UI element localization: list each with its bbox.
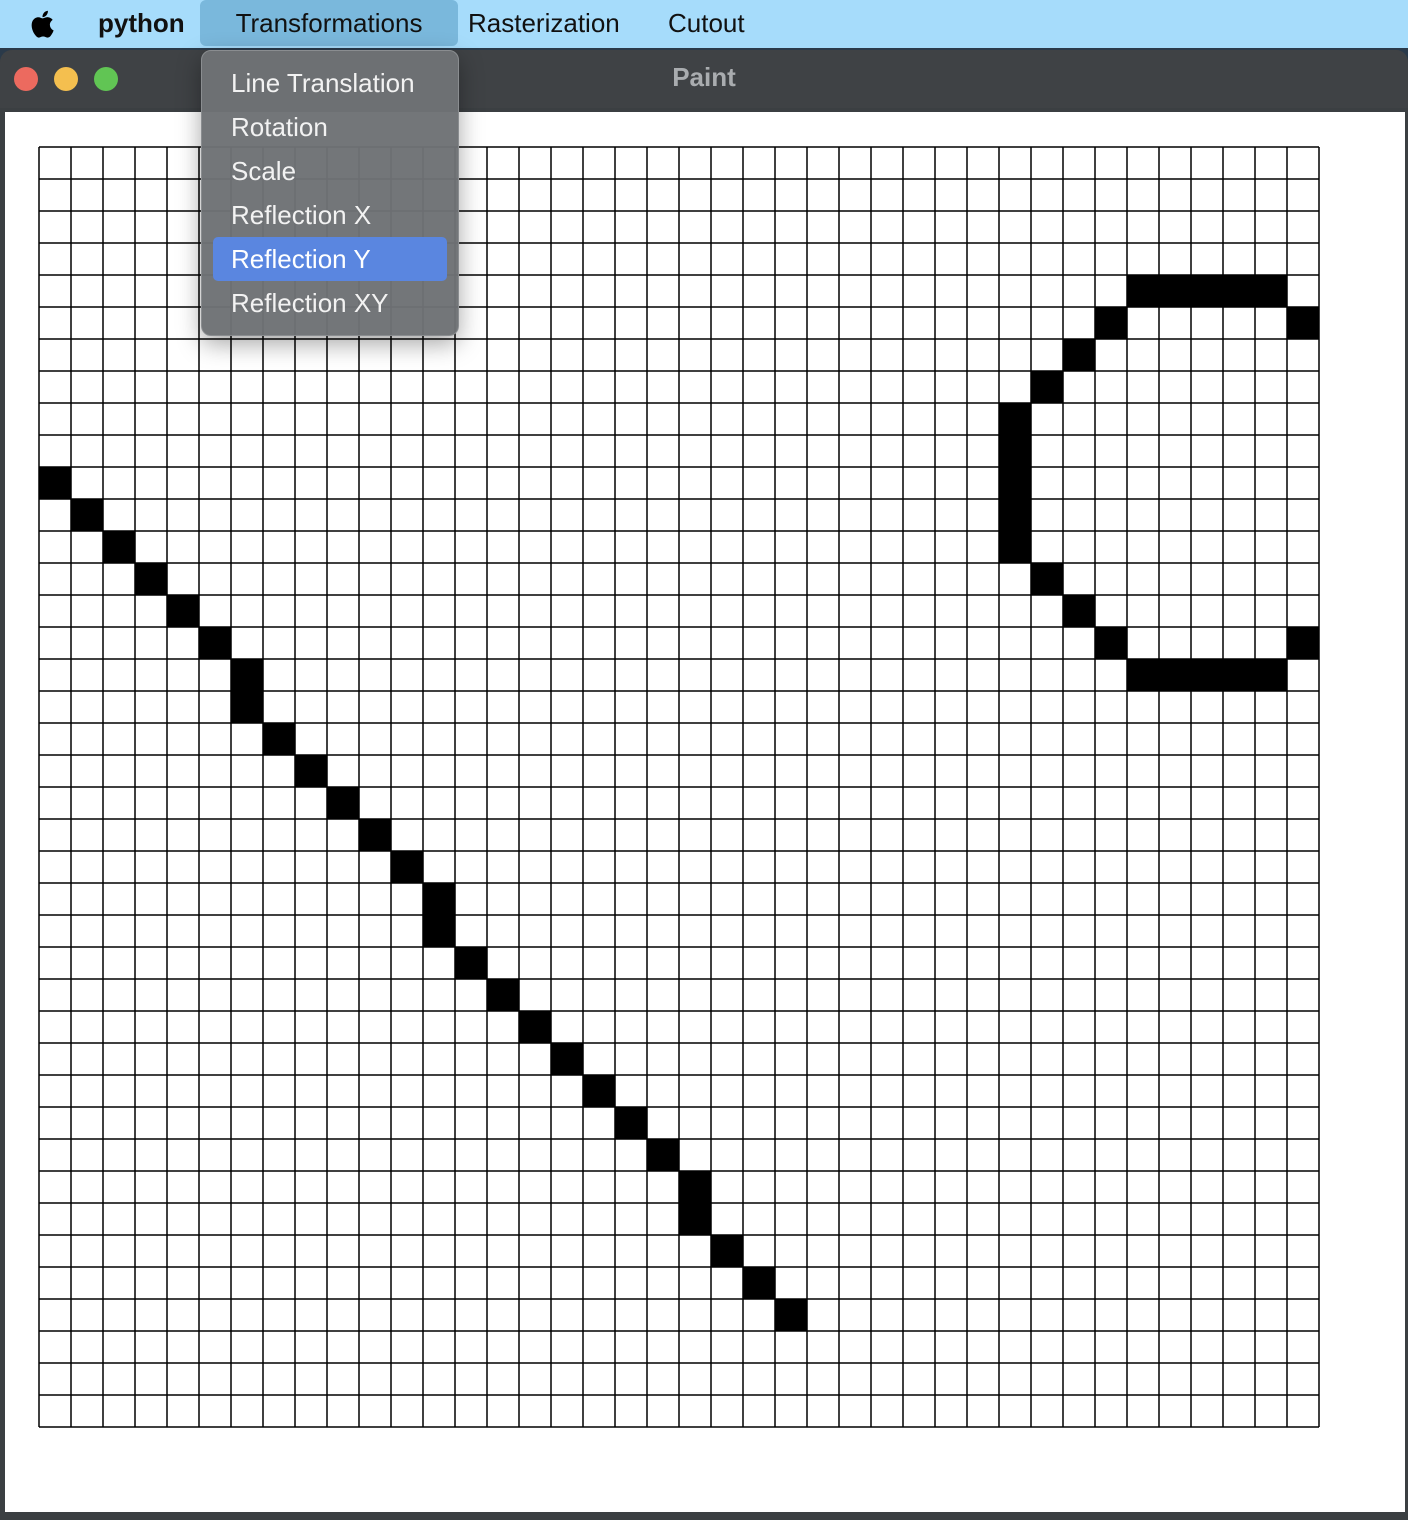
filled-pixel[interactable]	[1063, 595, 1095, 627]
filled-pixel[interactable]	[743, 1267, 775, 1299]
apple-logo-icon[interactable]	[28, 8, 60, 40]
menu-item-scale[interactable]: Scale	[213, 149, 447, 193]
filled-pixel[interactable]	[295, 755, 327, 787]
filled-pixel[interactable]	[551, 1043, 583, 1075]
filled-pixel[interactable]	[775, 1299, 807, 1331]
grid-lines	[38, 146, 1320, 1428]
filled-pixel[interactable]	[359, 819, 391, 851]
menu-item-reflection-x[interactable]: Reflection X	[213, 193, 447, 237]
menu-bar: python Transformations Rasterization Cut…	[0, 0, 1408, 48]
minimize-button[interactable]	[54, 67, 78, 91]
filled-pixel[interactable]	[1287, 627, 1319, 659]
menu-item-reflection-y[interactable]: Reflection Y	[213, 237, 447, 281]
filled-pixel[interactable]	[1255, 659, 1287, 691]
filled-pixel[interactable]	[1287, 307, 1319, 339]
filled-pixel[interactable]	[71, 499, 103, 531]
filled-pixel[interactable]	[199, 627, 231, 659]
filled-pixel[interactable]	[231, 691, 263, 723]
filled-pixel[interactable]	[1255, 275, 1287, 307]
filled-pixel[interactable]	[1031, 371, 1063, 403]
filled-pixel[interactable]	[679, 1171, 711, 1203]
filled-pixel[interactable]	[1095, 627, 1127, 659]
filled-pixel[interactable]	[455, 947, 487, 979]
menu-item-line-translation[interactable]: Line Translation	[213, 61, 447, 105]
menu-cutout[interactable]: Cutout	[668, 0, 745, 46]
filled-pixel[interactable]	[1159, 275, 1191, 307]
filled-pixel[interactable]	[327, 787, 359, 819]
filled-pixel[interactable]	[39, 467, 71, 499]
filled-pixel[interactable]	[615, 1107, 647, 1139]
filled-pixel[interactable]	[519, 1011, 551, 1043]
filled-pixel[interactable]	[647, 1139, 679, 1171]
close-button[interactable]	[14, 67, 38, 91]
filled-pixel[interactable]	[679, 1203, 711, 1235]
filled-pixel[interactable]	[711, 1235, 743, 1267]
menu-item-reflection-xy[interactable]: Reflection XY	[213, 281, 447, 325]
filled-pixel[interactable]	[391, 851, 423, 883]
filled-pixel[interactable]	[423, 883, 455, 915]
menu-item-rotation[interactable]: Rotation	[213, 105, 447, 149]
filled-pixel[interactable]	[1223, 659, 1255, 691]
zoom-button[interactable]	[94, 67, 118, 91]
filled-pixel[interactable]	[1063, 339, 1095, 371]
filled-pixel[interactable]	[1191, 659, 1223, 691]
filled-pixel[interactable]	[583, 1075, 615, 1107]
filled-pixel[interactable]	[1191, 275, 1223, 307]
filled-pixel[interactable]	[1031, 563, 1063, 595]
filled-pixel[interactable]	[1159, 659, 1191, 691]
filled-pixel[interactable]	[1127, 275, 1159, 307]
filled-pixel[interactable]	[263, 723, 295, 755]
filled-pixel[interactable]	[1223, 275, 1255, 307]
filled-pixel[interactable]	[167, 595, 199, 627]
filled-pixel[interactable]	[999, 467, 1031, 499]
filled-pixel[interactable]	[103, 531, 135, 563]
transformations-dropdown-menu: Line Translation Rotation Scale Reflecti…	[201, 50, 459, 336]
filled-pixel[interactable]	[1095, 307, 1127, 339]
filled-pixel[interactable]	[999, 499, 1031, 531]
filled-pixel[interactable]	[999, 531, 1031, 563]
filled-pixel[interactable]	[135, 563, 167, 595]
filled-pixel[interactable]	[423, 915, 455, 947]
filled-pixel[interactable]	[999, 403, 1031, 435]
menu-transformations[interactable]: Transformations	[200, 0, 458, 46]
filled-pixel[interactable]	[999, 435, 1031, 467]
filled-pixel[interactable]	[231, 659, 263, 691]
app-name-menu[interactable]: python	[98, 0, 185, 46]
filled-pixel[interactable]	[1127, 659, 1159, 691]
menu-rasterization[interactable]: Rasterization	[468, 0, 620, 46]
filled-pixel[interactable]	[487, 979, 519, 1011]
